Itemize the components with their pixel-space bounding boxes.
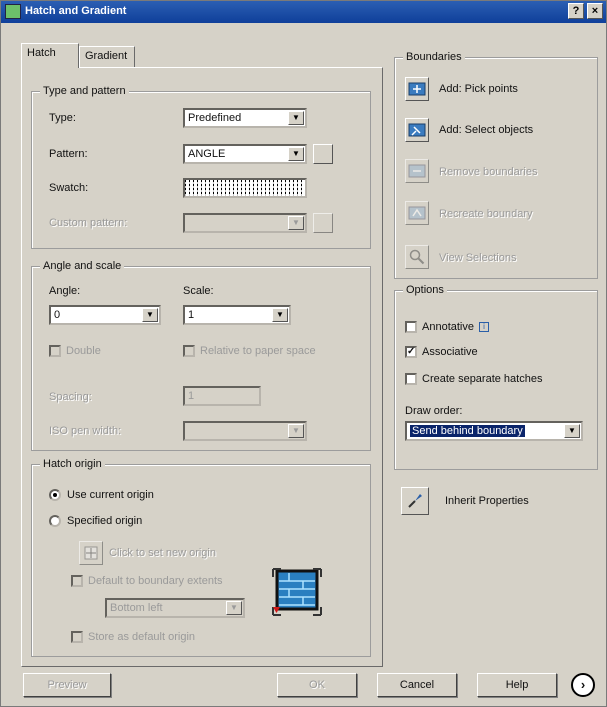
recreate-boundary-label: Recreate boundary: [439, 208, 533, 220]
spacing-label: Spacing:: [49, 391, 92, 403]
relative-paper-space-checkbox[interactable]: Relative to paper space: [183, 345, 316, 357]
add-pick-points-label: Add: Pick points: [439, 83, 518, 95]
magnifier-icon: [409, 249, 425, 265]
remove-boundaries-button[interactable]: [405, 159, 429, 183]
double-label: Double: [66, 345, 101, 357]
type-dropdown[interactable]: Predefined ▼: [183, 108, 307, 128]
custom-pattern-dropdown[interactable]: ▼: [183, 213, 307, 233]
inherit-properties-button[interactable]: [401, 487, 429, 515]
window-title: Hatch and Gradient: [25, 5, 127, 17]
boundaries-group-label: Boundaries: [403, 51, 465, 63]
chevron-down-icon[interactable]: ▼: [288, 111, 304, 125]
scale-value: 1: [188, 309, 195, 321]
associative-check-mark: ✓: [405, 346, 417, 358]
spacing-input[interactable]: 1: [183, 386, 261, 406]
angle-label: Angle:: [49, 285, 81, 297]
crosshair-icon: [84, 546, 98, 560]
chevron-down-icon[interactable]: ▼: [288, 424, 304, 438]
preview-button[interactable]: Preview: [23, 673, 111, 697]
cancel-button[interactable]: Cancel: [377, 673, 457, 697]
use-current-origin-radio[interactable]: Use current origin: [49, 489, 154, 501]
hatch-origin-group-label: Hatch origin: [40, 458, 105, 470]
pattern-label: Pattern:: [49, 148, 88, 160]
pattern-swatch[interactable]: [183, 178, 307, 198]
associative-label: Associative: [422, 346, 478, 358]
specified-origin-label: Specified origin: [67, 515, 143, 527]
store-default-origin-label: Store as default origin: [88, 631, 196, 643]
type-label: Type:: [49, 112, 76, 124]
set-origin-button[interactable]: [79, 541, 103, 565]
default-boundary-extents-checkbox[interactable]: Default to boundary extents: [71, 575, 223, 587]
view-selections-label: View Selections: [439, 252, 517, 264]
chevron-down-icon[interactable]: ▼: [142, 308, 158, 322]
default-boundary-extents-label: Default to boundary extents: [88, 575, 223, 587]
scale-label: Scale:: [183, 285, 214, 297]
angle-scale-group-label: Angle and scale: [40, 260, 125, 272]
chevron-down-icon[interactable]: ▼: [288, 216, 304, 230]
inherit-properties-label: Inherit Properties: [445, 495, 529, 507]
pick-points-icon: [408, 82, 426, 96]
origin-position-value: Bottom left: [110, 602, 163, 614]
remove-boundaries-icon: [408, 164, 426, 178]
type-value: Predefined: [188, 112, 242, 124]
options-group-label: Options: [403, 284, 447, 296]
recreate-boundary-button[interactable]: [405, 201, 429, 225]
add-select-objects-label: Add: Select objects: [439, 124, 534, 136]
tab-gradient[interactable]: Gradient: [79, 46, 135, 68]
draw-order-value: Send behind boundary: [410, 425, 525, 437]
tab-hatch[interactable]: Hatch: [21, 43, 79, 68]
recreate-boundary-icon: [408, 206, 426, 220]
iso-pen-width-dropdown[interactable]: ▼: [183, 421, 307, 441]
brush-icon: [408, 494, 422, 508]
help-icon[interactable]: ?: [568, 3, 584, 19]
type-pattern-group-label: Type and pattern: [40, 85, 129, 97]
remove-boundaries-label: Remove boundaries: [439, 166, 538, 178]
pattern-browse-button[interactable]: [313, 144, 333, 164]
swatch-label: Swatch:: [49, 182, 89, 194]
draw-order-dropdown[interactable]: Send behind boundary ▼: [405, 421, 583, 441]
iso-pen-width-label: ISO pen width:: [49, 425, 122, 437]
annotative-label: Annotative: [422, 321, 474, 333]
specified-origin-radio[interactable]: Specified origin: [49, 515, 142, 527]
create-separate-hatches-label: Create separate hatches: [422, 373, 543, 385]
chevron-down-icon[interactable]: ▼: [564, 424, 580, 438]
add-select-objects-button[interactable]: [405, 118, 429, 142]
associative-checkbox[interactable]: ✓ Associative: [405, 346, 478, 358]
chevron-down-icon[interactable]: ▼: [288, 147, 304, 161]
chevron-down-icon[interactable]: ▼: [272, 308, 288, 322]
select-objects-icon: [408, 123, 426, 137]
double-checkbox[interactable]: Double: [49, 345, 101, 357]
create-separate-hatches-checkbox[interactable]: Create separate hatches: [405, 373, 542, 385]
use-current-origin-label: Use current origin: [67, 489, 154, 501]
pattern-value: ANGLE: [188, 148, 226, 160]
origin-position-dropdown[interactable]: Bottom left ▼: [105, 598, 245, 618]
custom-pattern-browse-button[interactable]: [313, 213, 333, 233]
hatch-gradient-dialog: Hatch and Gradient ? × Hatch Gradient Ty…: [0, 0, 607, 707]
scale-dropdown[interactable]: 1 ▼: [183, 305, 291, 325]
click-set-origin-label: Click to set new origin: [109, 547, 216, 559]
title-bar: Hatch and Gradient ? ×: [1, 1, 606, 23]
annotative-checkbox[interactable]: Annotative i: [405, 321, 489, 333]
relative-paper-space-label: Relative to paper space: [200, 345, 316, 357]
origin-preview-icon: [271, 567, 323, 617]
angle-value: 0: [54, 309, 61, 321]
store-default-origin-checkbox[interactable]: Store as default origin: [71, 631, 195, 643]
angle-dropdown[interactable]: 0 ▼: [49, 305, 161, 325]
app-icon: [5, 4, 21, 19]
help-button[interactable]: Help: [477, 673, 557, 697]
more-options-button[interactable]: ›: [571, 673, 595, 697]
draw-order-label: Draw order:: [405, 405, 463, 417]
add-pick-points-button[interactable]: [405, 77, 429, 101]
info-icon: i: [478, 322, 489, 332]
close-icon[interactable]: ×: [587, 3, 603, 19]
chevron-down-icon[interactable]: ▼: [226, 601, 242, 615]
custom-pattern-label: Custom pattern:: [49, 217, 128, 229]
pattern-dropdown[interactable]: ANGLE ▼: [183, 144, 307, 164]
ok-button[interactable]: OK: [277, 673, 357, 697]
view-selections-button[interactable]: [405, 245, 429, 269]
